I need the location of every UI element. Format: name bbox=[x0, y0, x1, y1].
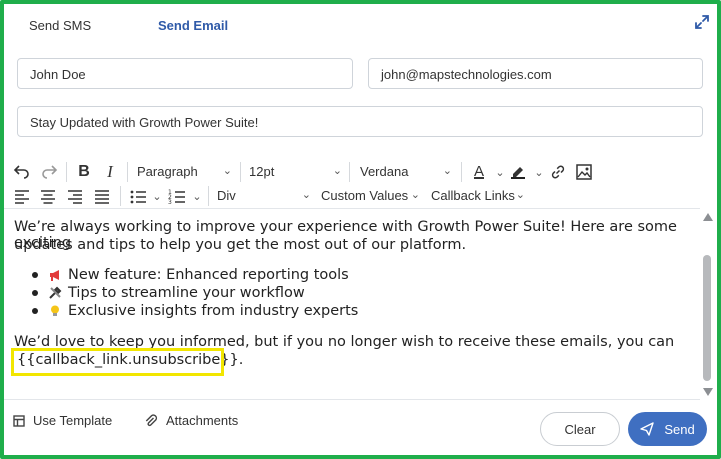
toolbar-divider bbox=[349, 162, 350, 182]
template-icon bbox=[13, 414, 25, 427]
megaphone-icon bbox=[50, 270, 59, 281]
paperclip-icon bbox=[145, 413, 158, 426]
link-icon[interactable] bbox=[549, 163, 567, 181]
bullet-dot bbox=[32, 308, 38, 314]
redo-icon[interactable] bbox=[40, 163, 58, 181]
bold-icon[interactable]: B bbox=[75, 163, 93, 181]
chevron-down-icon: ⌄ bbox=[332, 165, 342, 177]
tab-send-email[interactable]: Send Email bbox=[158, 18, 228, 33]
toolbar-divider bbox=[240, 162, 241, 182]
list-item-text: Exclusive insights from industry experts bbox=[68, 303, 359, 319]
send-label: Send bbox=[664, 421, 695, 437]
chevron-down-icon: ⌄ bbox=[301, 189, 311, 201]
attachments-label: Attachments bbox=[166, 413, 239, 428]
list-item: Exclusive insights from industry experts bbox=[32, 303, 358, 319]
chevron-down-icon: ⌄ bbox=[515, 189, 525, 201]
toolbar-divider bbox=[208, 186, 209, 206]
chevron-down-icon[interactable]: ⌄ bbox=[530, 163, 548, 181]
font-size-label: 12pt bbox=[249, 164, 275, 179]
italic-icon[interactable]: I bbox=[101, 162, 119, 181]
tab-send-sms[interactable]: Send SMS bbox=[29, 18, 91, 33]
attachments-button[interactable]: Attachments bbox=[144, 413, 238, 428]
text-color-icon[interactable]: A bbox=[470, 162, 488, 180]
toolbar-divider bbox=[127, 162, 128, 182]
custom-values-select[interactable]: Custom Values ⌄ bbox=[321, 188, 420, 203]
toolbar-divider bbox=[120, 186, 121, 206]
align-left-icon[interactable] bbox=[13, 187, 31, 205]
block-format-select[interactable]: Div ⌄ bbox=[217, 188, 311, 203]
subject-field[interactable]: Stay Updated with Growth Power Suite! bbox=[17, 106, 703, 137]
paragraph-format-select[interactable]: Paragraph ⌄ bbox=[137, 164, 232, 179]
send-button[interactable]: Send bbox=[628, 412, 707, 446]
use-template-label: Use Template bbox=[33, 413, 113, 428]
toolbar-divider bbox=[461, 162, 462, 182]
lightbulb-icon bbox=[51, 305, 59, 316]
toolbar-divider bbox=[66, 162, 67, 182]
align-right-icon[interactable] bbox=[66, 187, 84, 205]
chevron-down-icon[interactable]: ⌄ bbox=[148, 187, 166, 205]
bulleted-list-icon[interactable] bbox=[129, 187, 147, 205]
list-item-text: Tips to streamline your workflow bbox=[68, 285, 305, 301]
list-item: New feature: Enhanced reporting tools bbox=[32, 267, 349, 283]
undo-icon[interactable] bbox=[13, 163, 31, 181]
list-item: Tips to streamline your workflow bbox=[32, 285, 305, 301]
font-family-select[interactable]: Verdana ⌄ bbox=[360, 164, 452, 179]
send-icon bbox=[640, 422, 655, 436]
scroll-up-arrow[interactable] bbox=[703, 213, 713, 221]
align-justify-icon[interactable] bbox=[93, 187, 111, 205]
custom-values-label: Custom Values bbox=[321, 188, 409, 203]
chevron-down-icon: ⌄ bbox=[442, 165, 452, 177]
chevron-down-icon: ⌄ bbox=[222, 165, 232, 177]
paragraph-format-label: Paragraph bbox=[137, 164, 198, 179]
numbered-list-icon[interactable]: 1 2 3 bbox=[168, 187, 186, 205]
image-icon[interactable] bbox=[575, 163, 593, 181]
bullet-dot bbox=[32, 272, 38, 278]
clear-button[interactable]: Clear bbox=[540, 412, 620, 446]
callback-links-select[interactable]: Callback Links ⌄ bbox=[431, 188, 525, 203]
callback-links-label: Callback Links bbox=[431, 188, 515, 203]
font-size-select[interactable]: 12pt ⌄ bbox=[249, 164, 342, 179]
scrollbar-thumb[interactable] bbox=[703, 255, 711, 381]
recipient-email-field[interactable]: john@mapstechnologies.com bbox=[368, 58, 703, 89]
recipient-name-field[interactable]: John Doe bbox=[17, 58, 353, 89]
chevron-down-icon[interactable]: ⌄ bbox=[491, 163, 509, 181]
scroll-down-arrow[interactable] bbox=[703, 388, 713, 396]
body-intro-line: updates and tips to help you get the mos… bbox=[14, 237, 467, 253]
expand-icon[interactable] bbox=[693, 13, 711, 31]
chevron-down-icon[interactable]: ⌄ bbox=[188, 187, 206, 205]
highlight-box bbox=[11, 348, 224, 376]
svg-text:3: 3 bbox=[168, 199, 172, 205]
font-family-label: Verdana bbox=[360, 164, 409, 179]
chevron-down-icon: ⌄ bbox=[410, 189, 420, 201]
tools-icon bbox=[49, 286, 62, 299]
bullet-dot bbox=[32, 290, 38, 296]
block-format-label: Div bbox=[217, 188, 236, 203]
list-item-text: New feature: Enhanced reporting tools bbox=[68, 267, 349, 283]
align-center-icon[interactable] bbox=[39, 187, 57, 205]
highlight-color-icon[interactable] bbox=[509, 162, 527, 180]
use-template-button[interactable]: Use Template bbox=[13, 413, 112, 428]
